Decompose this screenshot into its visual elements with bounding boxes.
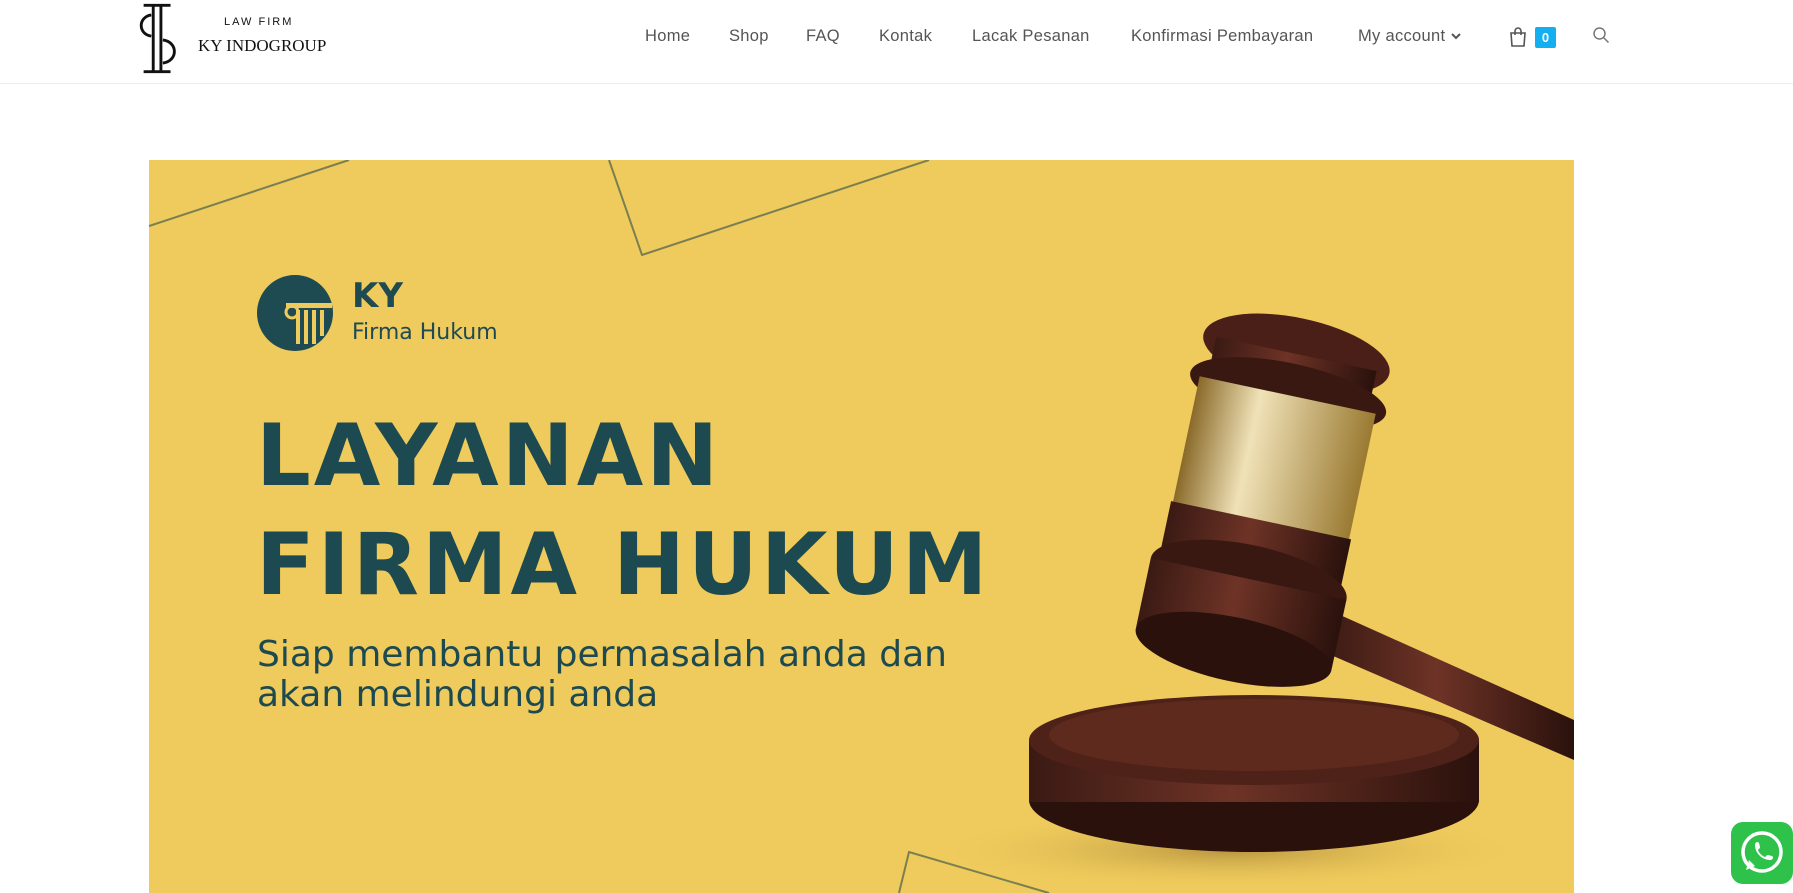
nav-konfirmasi-pembayaran[interactable]: Konfirmasi Pembayaran (1131, 27, 1313, 46)
brand-subtitle: Firma Hukum (352, 320, 498, 345)
cart-count-badge: 0 (1535, 27, 1556, 48)
subtitle-line-1: Siap membantu permasalah anda dan (257, 634, 947, 675)
logo-tagline: LAW FIRM (224, 16, 294, 28)
nav-home[interactable]: Home (645, 27, 690, 46)
subtitle-line-2: akan melindungi anda (257, 674, 659, 715)
brand-ky: KY (352, 276, 403, 316)
nav-lacak-pesanan[interactable]: Lacak Pesanan (972, 27, 1090, 46)
gavel-image (929, 313, 1574, 890)
logo-name: KY INDOGROUP (198, 36, 327, 55)
search-toggle[interactable] (1592, 26, 1612, 46)
headline-line-2: FIRMA HUKUM (256, 515, 991, 615)
chevron-down-icon (1451, 29, 1462, 43)
whatsapp-button[interactable] (1731, 822, 1793, 884)
site-logo[interactable]: LAW FIRM KY INDOGROUP (134, 0, 334, 78)
nav-my-account-label: My account (1358, 27, 1446, 45)
nav-faq[interactable]: FAQ (806, 27, 840, 46)
nav-kontak[interactable]: Kontak (879, 27, 932, 46)
search-icon (1593, 27, 1610, 44)
nav-my-account[interactable]: My account (1358, 27, 1462, 46)
hero-banner: KY Firma Hukum LAYANAN FIRMA HUKUM Siap … (149, 160, 1574, 893)
headline-line-1: LAYANAN (256, 406, 722, 506)
site-header: LAW FIRM KY INDOGROUP Home Shop FAQ Kont… (0, 0, 1793, 84)
whatsapp-icon (1741, 831, 1783, 873)
nav-shop[interactable]: Shop (729, 27, 769, 46)
cart-button[interactable]: 0 (1509, 26, 1559, 50)
logo-mark (139, 3, 176, 74)
column-icon (257, 275, 333, 351)
shopping-bag-icon (1510, 27, 1526, 47)
